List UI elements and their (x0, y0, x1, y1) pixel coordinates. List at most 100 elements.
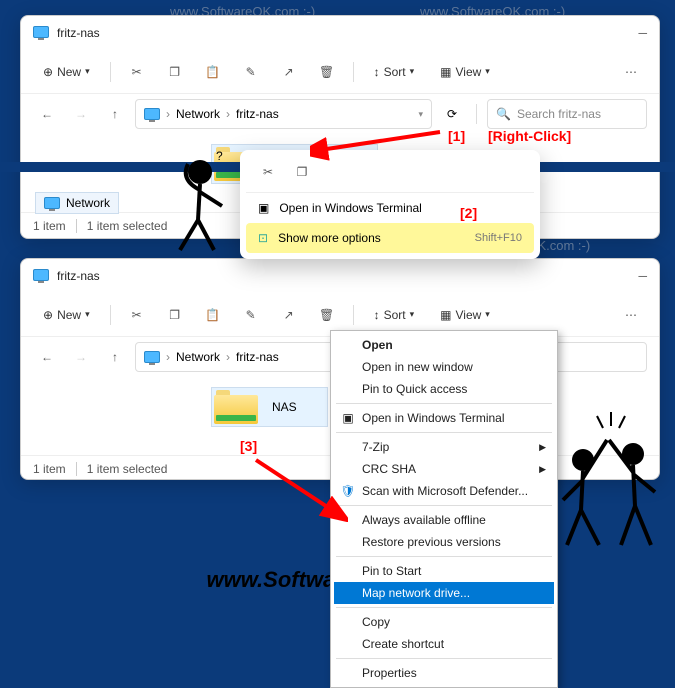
ctx-pin-start[interactable]: Pin to Start (334, 560, 554, 582)
annot-2: [2] (460, 205, 477, 221)
search-icon: 🔍 (496, 107, 511, 121)
ctx-copy[interactable]: Copy (334, 611, 554, 633)
sort-button[interactable]: ↕ Sort ▾ (364, 302, 425, 328)
ctx-map-network-drive[interactable]: Map network drive... (334, 582, 554, 604)
new-button[interactable]: ⊕ New ▾ (33, 59, 100, 85)
separator (336, 403, 552, 404)
search-placeholder: Search fritz-nas (517, 107, 601, 121)
share-button[interactable]: ↗ (273, 299, 305, 331)
separator (336, 556, 552, 557)
more-button[interactable]: ⋯ (615, 56, 647, 88)
ctx-show-more-options[interactable]: ⊡ Show more options Shift+F10 (246, 223, 534, 253)
context-menu-classic: Open Open in new window Pin to Quick acc… (330, 330, 558, 688)
monitor-icon (33, 26, 49, 40)
folder-label: NAS (272, 400, 297, 414)
chevron-icon: › (226, 350, 230, 364)
separator (336, 505, 552, 506)
cut-icon[interactable]: ✂ (254, 160, 282, 184)
chevron-icon: › (166, 350, 170, 364)
terminal-icon: ▣ (340, 411, 356, 425)
breadcrumb-network[interactable]: Network (176, 350, 220, 364)
delete-button[interactable]: 🗑 (311, 299, 343, 331)
annot-rightclick: [Right-Click] (488, 128, 571, 144)
forward-button[interactable]: → (67, 100, 95, 128)
context-menu-new: ✂ ❐ ▣ Open in Windows Terminal ⊡ Show mo… (240, 150, 540, 259)
divider (353, 62, 354, 82)
up-button[interactable]: ↑ (101, 343, 129, 371)
ctx-pin-quick-access[interactable]: Pin to Quick access (334, 378, 554, 400)
minimize-button[interactable]: ─ (638, 26, 647, 40)
chevron-down-icon[interactable]: ▾ (418, 109, 423, 120)
divider (76, 219, 77, 233)
delete-button[interactable]: 🗑 (311, 56, 343, 88)
ctx-open-terminal[interactable]: ▣ Open in Windows Terminal (246, 193, 534, 223)
breadcrumb-network[interactable]: Network (176, 107, 220, 121)
back-button[interactable]: ← (33, 343, 61, 371)
copy-button[interactable]: ❐ (159, 56, 191, 88)
view-button[interactable]: ▦ View ▾ (430, 59, 500, 85)
arrow-1 (310, 126, 450, 162)
stick-figure-thinking: ? (150, 150, 240, 260)
separator (336, 607, 552, 608)
window-title: fritz-nas (57, 26, 100, 40)
annot-1: [1] (448, 128, 465, 144)
divider (110, 62, 111, 82)
breadcrumb[interactable]: › Network › fritz-nas ▾ (135, 99, 432, 129)
rename-button[interactable]: ✎ (235, 299, 267, 331)
status-count: 1 item (33, 462, 66, 476)
forward-button[interactable]: → (67, 343, 95, 371)
ctx-crc-sha[interactable]: CRC SHA▶ (334, 458, 554, 480)
ctx-available-offline[interactable]: Always available offline (334, 509, 554, 531)
refresh-button[interactable]: ⟳ (438, 100, 466, 128)
breadcrumb-fritznas[interactable]: fritz-nas (236, 350, 279, 364)
rename-button[interactable]: ✎ (235, 56, 267, 88)
view-button[interactable]: ▦ View ▾ (430, 302, 500, 328)
monitor-icon (144, 351, 160, 363)
ctx-properties[interactable]: Properties (334, 662, 554, 684)
breadcrumb-fritznas[interactable]: fritz-nas (236, 107, 279, 121)
separator (336, 658, 552, 659)
sort-button[interactable]: ↕ Sort ▾ (364, 59, 425, 85)
back-button[interactable]: ← (33, 100, 61, 128)
status-count: 1 item (33, 219, 66, 233)
chevron-right-icon: ▶ (539, 442, 546, 453)
chevron-icon: › (166, 107, 170, 121)
more-button[interactable]: ⋯ (615, 299, 647, 331)
titlebar: fritz-nas ─ (21, 16, 659, 50)
chevron-right-icon: ▶ (539, 464, 546, 475)
cut-button[interactable]: ✂ (121, 56, 153, 88)
search-input[interactable]: 🔍 Search fritz-nas (487, 99, 647, 129)
minimize-button[interactable]: ─ (638, 269, 647, 283)
copy-icon[interactable]: ❐ (288, 160, 316, 184)
more-icon: ⊡ (258, 231, 268, 245)
divider (110, 305, 111, 325)
ctx-restore-versions[interactable]: Restore previous versions (334, 531, 554, 553)
ctx-7zip[interactable]: 7-Zip▶ (334, 436, 554, 458)
ctx-defender[interactable]: 🛡Scan with Microsoft Defender... (334, 480, 554, 502)
sidebar-item-network[interactable]: Network (35, 192, 119, 214)
separator (336, 432, 552, 433)
copy-button[interactable]: ❐ (159, 299, 191, 331)
titlebar: fritz-nas ─ (21, 259, 659, 293)
ctx-open-new-window[interactable]: Open in new window (334, 356, 554, 378)
paste-button[interactable]: 📋 (197, 56, 229, 88)
arrow-3 (248, 452, 348, 522)
folder-nas[interactable]: NAS (211, 387, 328, 427)
folder-icon (214, 390, 258, 424)
new-button[interactable]: ⊕ New ▾ (33, 302, 100, 328)
share-button[interactable]: ↗ (273, 56, 305, 88)
ctx-shortcut: Shift+F10 (475, 232, 522, 244)
up-button[interactable]: ↑ (101, 100, 129, 128)
divider (353, 305, 354, 325)
svg-text:?: ? (216, 150, 223, 163)
cut-button[interactable]: ✂ (121, 299, 153, 331)
network-icon (44, 197, 60, 209)
paste-button[interactable]: 📋 (197, 299, 229, 331)
stick-figures-highfive (555, 400, 675, 560)
ctx-create-shortcut[interactable]: Create shortcut (334, 633, 554, 655)
ctx-open[interactable]: Open (334, 334, 554, 356)
monitor-icon (33, 269, 49, 283)
status-selected: 1 item selected (87, 462, 168, 476)
ctx-label: Show more options (278, 231, 381, 245)
ctx-open-terminal[interactable]: ▣Open in Windows Terminal (334, 407, 554, 429)
